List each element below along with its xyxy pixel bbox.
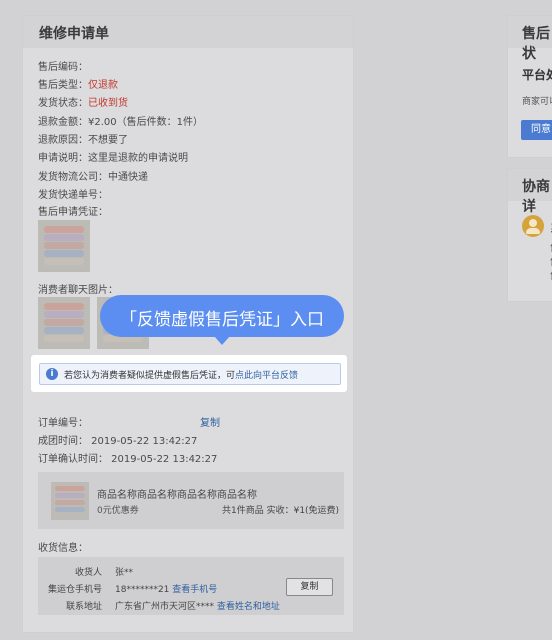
card-header: 维修申请单 bbox=[23, 16, 353, 48]
row-refund-amount: 退款金额：¥2.00（售后件数：1件） bbox=[38, 117, 203, 128]
after-sale-status-card: 售后状 平台处 商家可以 同意 bbox=[507, 15, 552, 158]
merchant-text: 商家可以 bbox=[522, 97, 552, 107]
product-image bbox=[51, 482, 89, 520]
row-after-sale-type: 售后类型：仅退款 bbox=[38, 80, 118, 91]
row-tracking-number: 发货快递单号： bbox=[38, 190, 108, 201]
receiver-address-value: 广东省广州市天河区**** 查看姓名和地址 bbox=[115, 602, 280, 612]
product-name: 商品名称商品名称商品名称商品名称 bbox=[97, 490, 257, 501]
notice-banner: i 若您认为消费者疑似提供虚假售后凭证，可点此向平台反馈 bbox=[39, 363, 341, 385]
receiver-address-label: 联系地址 bbox=[65, 602, 102, 612]
report-to-platform-link[interactable]: 点此向平台反馈 bbox=[235, 371, 298, 381]
chat-images-label: 消费者聊天图片： bbox=[38, 285, 118, 296]
receiver-phone-value: 18*******21 查看手机号 bbox=[115, 585, 218, 595]
product-card: 商品名称商品名称商品名称商品名称 0元优惠券 共1件商品 实收：¥1(免运费) bbox=[38, 472, 344, 529]
notice-text: 若您认为消费者疑似提供虚假售后凭证，可点此向平台反馈 bbox=[64, 371, 299, 381]
callout-bubble: 「反馈虚假售后凭证」入口 bbox=[100, 295, 344, 337]
status-card-title: 售后状 bbox=[522, 26, 550, 62]
agree-button[interactable]: 同意 bbox=[521, 120, 552, 140]
evidence-label: 售后申请凭证： bbox=[38, 207, 108, 218]
product-coupon: 0元优惠券 bbox=[97, 506, 139, 516]
receiver-name-label: 收货人 bbox=[74, 568, 102, 578]
card-title: 维修申请单 bbox=[39, 26, 109, 42]
status-card-header: 售后状 bbox=[508, 16, 552, 62]
receiver-name-value: 张** bbox=[115, 568, 134, 578]
view-phone-link[interactable]: 查看手机号 bbox=[172, 585, 217, 595]
fake-evidence-notice: i 若您认为消费者疑似提供虚假售后凭证，可点此向平台反馈 bbox=[31, 355, 347, 392]
group-time: 成团时间： 2019-05-22 13:42:27 bbox=[38, 436, 198, 447]
order-number-label: 订单编号： bbox=[38, 418, 88, 429]
negotiation-card-header: 协商详 bbox=[508, 169, 552, 215]
copy-order-number-link[interactable]: 复制 bbox=[200, 414, 220, 429]
receiver-section-label: 收货信息： bbox=[38, 543, 88, 554]
row-shipping-status: 发货状态：已收到货 bbox=[38, 98, 128, 109]
platform-label: 平台处 bbox=[522, 68, 552, 82]
avatar bbox=[522, 215, 544, 237]
row-logistics-company: 发货物流公司：中通快递 bbox=[38, 172, 148, 183]
product-summary: 共1件商品 实收：¥1(免运费) bbox=[222, 506, 340, 516]
shipping-status-value: 已收到货 bbox=[88, 98, 128, 109]
chat-image-1[interactable] bbox=[38, 297, 90, 349]
copy-address-button[interactable]: 复制 bbox=[286, 578, 333, 596]
receiver-card: 收货人 张** 集运仓手机号 18*******21 查看手机号 联系地址 广东… bbox=[38, 557, 344, 615]
negotiation-details-card: 协商详 系 售 售 售 bbox=[507, 168, 552, 302]
callout-text: 「反馈虚假售后凭证」入口 bbox=[120, 310, 324, 330]
evidence-image[interactable] bbox=[38, 220, 90, 272]
callout-pointer bbox=[214, 336, 230, 345]
after-sale-type-value: 仅退款 bbox=[88, 80, 118, 91]
avatar-body-icon bbox=[526, 228, 540, 234]
negotiation-card-title: 协商详 bbox=[522, 179, 550, 215]
row-application-note: 申请说明：这里是退款的申请说明 bbox=[38, 153, 188, 164]
row-after-sale-code: 售后编码： bbox=[38, 62, 88, 73]
confirm-time: 订单确认时间： 2019-05-22 13:42:27 bbox=[38, 454, 218, 465]
info-icon: i bbox=[46, 368, 58, 380]
view-name-address-link[interactable]: 查看姓名和地址 bbox=[217, 602, 280, 612]
row-refund-reason: 退款原因：不想要了 bbox=[38, 135, 128, 146]
avatar-head-icon bbox=[529, 219, 537, 227]
receiver-phone-label: 集运仓手机号 bbox=[47, 585, 102, 595]
